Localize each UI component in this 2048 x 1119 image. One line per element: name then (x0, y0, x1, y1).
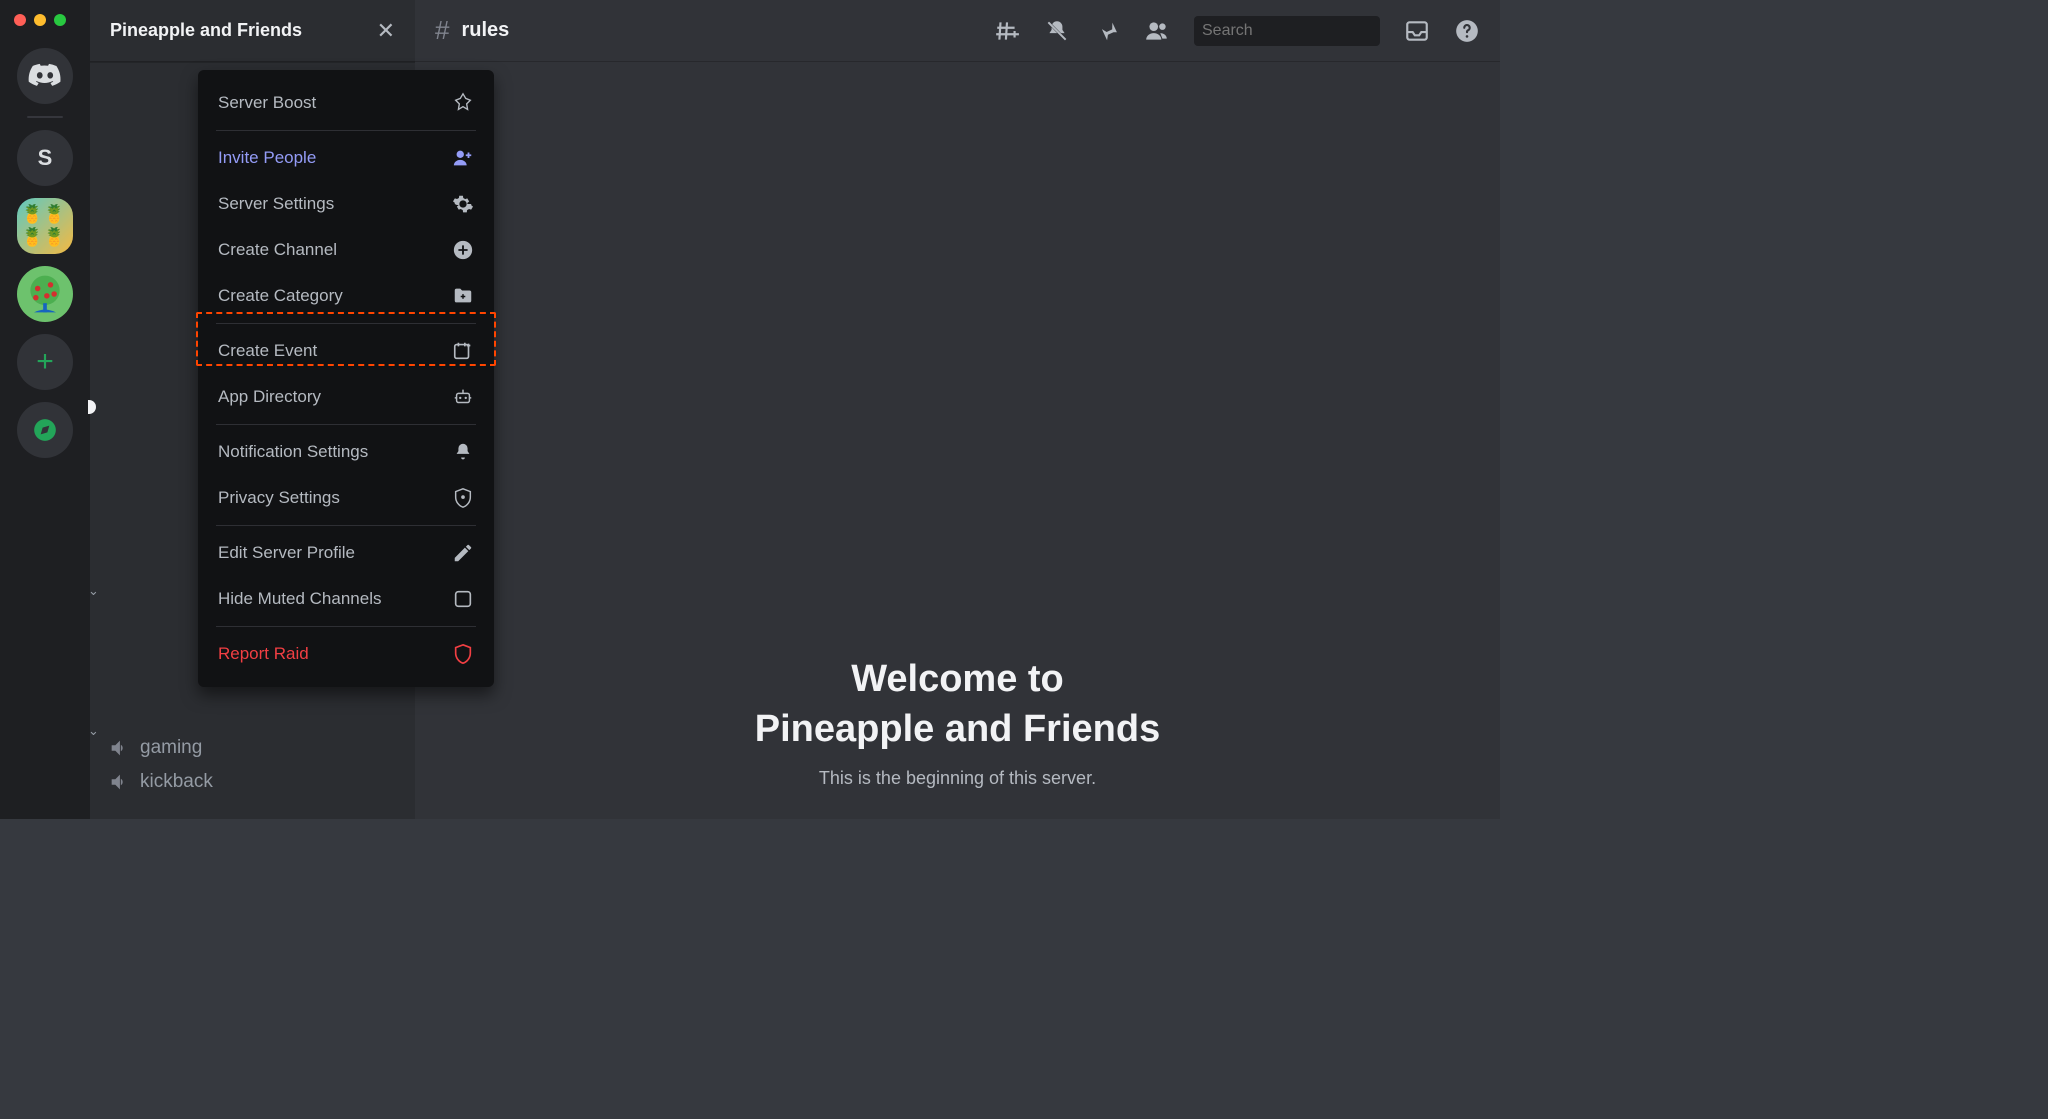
menu-report-raid[interactable]: Report Raid (210, 631, 482, 677)
threads-icon[interactable] (994, 18, 1020, 44)
discord-logo-icon (28, 63, 62, 89)
explore-button[interactable] (17, 402, 73, 458)
menu-edit-server-profile[interactable]: Edit Server Profile (210, 530, 482, 576)
close-icon[interactable]: ✕ (377, 18, 395, 44)
main-content: # rules Welcome to Pineapple and Friends (415, 0, 1500, 819)
notifications-muted-icon[interactable] (1044, 18, 1070, 44)
folder-plus-icon (452, 285, 474, 307)
window-close-button[interactable] (14, 14, 26, 26)
menu-notification-settings[interactable]: Notification Settings (210, 429, 482, 475)
voice-channel-gaming[interactable]: gaming (100, 731, 405, 765)
help-icon[interactable] (1454, 18, 1480, 44)
members-icon[interactable] (1144, 18, 1170, 44)
menu-create-channel[interactable]: Create Channel (210, 227, 482, 273)
search-input[interactable] (1202, 22, 1409, 40)
category-collapse-icon[interactable]: ⌄ (88, 583, 99, 599)
window-maximize-button[interactable] (54, 14, 66, 26)
window-controls (14, 14, 66, 26)
menu-invite-people[interactable]: Invite People (210, 135, 482, 181)
menu-app-directory[interactable]: App Directory (210, 374, 482, 420)
menu-label: Create Channel (218, 240, 337, 260)
bell-icon (452, 441, 474, 463)
plus-circle-icon (452, 239, 474, 261)
menu-label: Server Boost (218, 93, 316, 113)
search-box[interactable] (1194, 16, 1380, 46)
channel-label: gaming (140, 737, 202, 759)
menu-label: Edit Server Profile (218, 543, 355, 563)
guild-pineapple[interactable] (17, 198, 73, 254)
server-header[interactable]: Pineapple and Friends ✕ (90, 0, 415, 62)
calendar-plus-icon (452, 340, 474, 362)
inbox-icon[interactable] (1404, 18, 1430, 44)
shield-alert-icon (452, 643, 474, 665)
menu-label: Privacy Settings (218, 488, 340, 508)
window-minimize-button[interactable] (34, 14, 46, 26)
home-button[interactable] (17, 48, 73, 104)
invite-icon (452, 147, 474, 169)
channel-name: rules (461, 19, 509, 42)
menu-label: Create Category (218, 286, 343, 306)
guild-bar: S + (0, 0, 90, 819)
guild-tree[interactable] (17, 266, 73, 322)
menu-server-boost[interactable]: Server Boost (210, 80, 482, 126)
welcome-title: Welcome to Pineapple and Friends (755, 655, 1160, 754)
welcome-line2: Pineapple and Friends (755, 705, 1160, 754)
tree-icon (23, 272, 67, 316)
welcome-line1: Welcome to (755, 655, 1160, 704)
menu-label: Notification Settings (218, 442, 368, 462)
compass-icon (32, 417, 58, 443)
menu-privacy-settings[interactable]: Privacy Settings (210, 475, 482, 521)
menu-label: Report Raid (218, 644, 309, 664)
menu-label: Hide Muted Channels (218, 589, 381, 609)
message-area: Welcome to Pineapple and Friends This is… (415, 62, 1500, 819)
voice-channel-kickback[interactable]: kickback (100, 765, 405, 799)
guild-s[interactable]: S (17, 130, 73, 186)
server-name: Pineapple and Friends (110, 20, 302, 41)
menu-label: Server Settings (218, 194, 334, 214)
menu-create-event[interactable]: Create Event (210, 328, 482, 374)
menu-label: App Directory (218, 387, 321, 407)
gear-icon (452, 193, 474, 215)
pin-icon[interactable] (1094, 18, 1120, 44)
speaker-icon (108, 737, 130, 759)
menu-server-settings[interactable]: Server Settings (210, 181, 482, 227)
category-collapse-icon[interactable]: ⌄ (88, 723, 99, 739)
add-server-button[interactable]: + (17, 334, 73, 390)
boost-icon (452, 92, 474, 114)
shield-icon (452, 487, 474, 509)
speaker-icon (108, 771, 130, 793)
menu-label: Invite People (218, 148, 316, 168)
channel-label: kickback (140, 771, 213, 793)
guild-separator (27, 116, 63, 118)
server-dropdown-menu: Server Boost Invite People Server Settin… (198, 70, 494, 687)
header-actions (994, 16, 1480, 46)
hash-icon: # (435, 15, 449, 46)
menu-label: Create Event (218, 341, 317, 361)
channel-sidebar: Pineapple and Friends ✕ Server Boost Inv… (90, 0, 415, 819)
channel-title: # rules (435, 15, 509, 46)
pencil-icon (452, 542, 474, 564)
menu-create-category[interactable]: Create Category (210, 273, 482, 319)
menu-hide-muted[interactable]: Hide Muted Channels (210, 576, 482, 622)
robot-icon (452, 386, 474, 408)
checkbox-icon (452, 588, 474, 610)
welcome-subtitle: This is the beginning of this server. (819, 768, 1096, 789)
channel-header: # rules (415, 0, 1500, 62)
